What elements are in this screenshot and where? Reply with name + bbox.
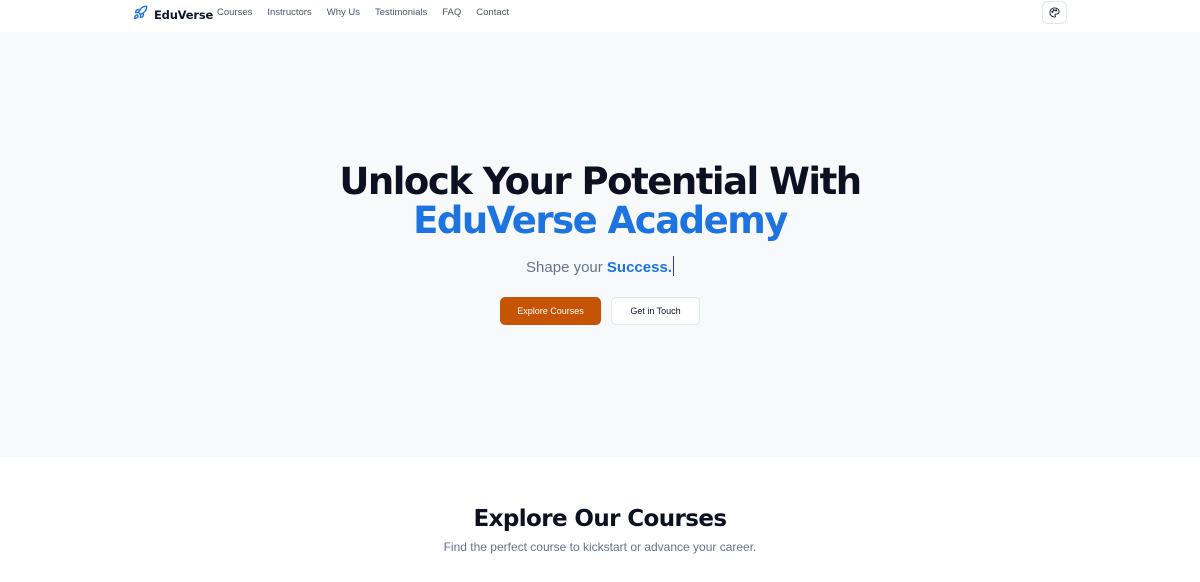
nav-link-testimonials[interactable]: Testimonials (375, 7, 427, 18)
nav-link-contact[interactable]: Contact (476, 7, 509, 18)
explore-courses-button[interactable]: Explore Courses (500, 297, 601, 325)
hero-title-line1: Unlock Your Potential With (339, 160, 862, 203)
hero-subtitle-prefix: Shape your (526, 259, 607, 276)
brand-name: EduVerse (154, 7, 214, 22)
hero-title: Unlock Your Potential With EduVerse Acad… (0, 162, 1200, 240)
nav-link-courses[interactable]: Courses (217, 7, 252, 18)
top-navbar: EduVerse Courses Instructors Why Us Test… (0, 0, 1200, 32)
hero-section: Unlock Your Potential With EduVerse Acad… (0, 32, 1200, 457)
brand-logo[interactable]: EduVerse (133, 5, 213, 24)
courses-title: Explore Our Courses (473, 506, 728, 532)
hero-subtitle: Shape your Success. (0, 256, 1200, 276)
theme-toggle-button[interactable] (1042, 1, 1067, 24)
nav-link-instructors[interactable]: Instructors (267, 7, 311, 18)
hero-title-line2: EduVerse Academy (413, 199, 788, 242)
nav-links: Courses Instructors Why Us Testimonials … (217, 0, 524, 24)
get-in-touch-button[interactable]: Get in Touch (611, 297, 700, 325)
typing-caret (672, 256, 674, 276)
nav-link-why-us[interactable]: Why Us (327, 7, 360, 18)
nav-link-faq[interactable]: FAQ (442, 7, 461, 18)
palette-icon (1049, 3, 1060, 22)
rocket-icon (133, 5, 148, 24)
courses-subtitle: Find the perfect course to kickstart or … (443, 540, 757, 554)
hero-subtitle-highlight: Success. (606, 259, 672, 276)
